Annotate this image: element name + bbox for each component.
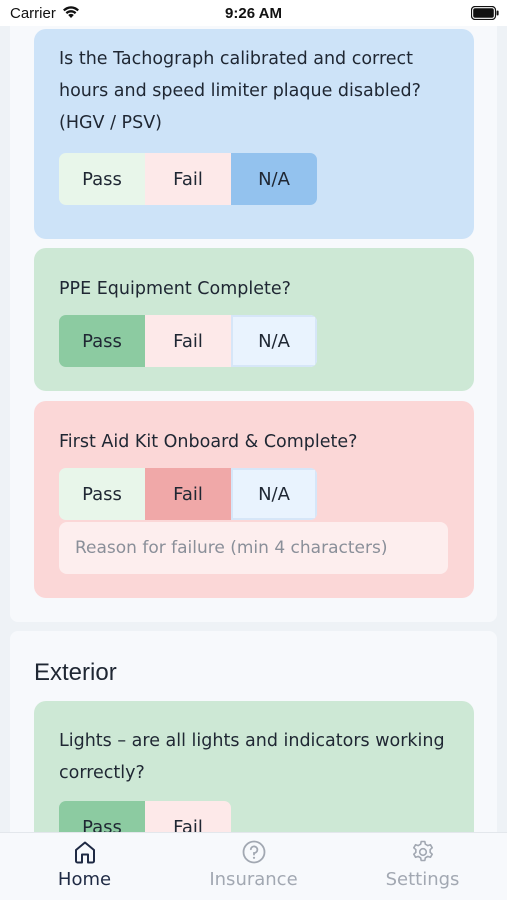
home-icon [74, 841, 95, 864]
tab-label: Home [57, 869, 112, 890]
tab-home[interactable]: Home [0, 833, 169, 900]
help-circle-icon [242, 840, 265, 864]
tab-insurance[interactable]: Insurance [169, 833, 338, 900]
check-question: Lights – are all lights and indicators w… [59, 731, 445, 783]
battery-icon [471, 6, 499, 20]
na-option[interactable]: N/A [231, 153, 317, 205]
check-question: PPE Equipment Complete? [59, 279, 291, 299]
tab-label: Settings [385, 869, 460, 890]
fail-option[interactable]: Fail [145, 315, 231, 367]
status-time: 9:26 AM [225, 5, 282, 22]
pass-fail-na-selector: Pass Fail N/A [59, 468, 317, 520]
pass-fail-na-selector: Pass Fail N/A [59, 153, 317, 205]
failure-reason-input[interactable] [59, 522, 448, 574]
app-screen: Carrier 9:26 AM Is the Tachograph calibr… [0, 0, 507, 900]
na-option[interactable]: N/A [231, 315, 317, 367]
status-bar: Carrier 9:26 AM [0, 0, 507, 26]
check-card-first-aid: First Aid Kit Onboard & Complete? Pass F… [34, 401, 474, 598]
checks-section: Is the Tachograph calibrated and correct… [10, 0, 497, 622]
pass-option[interactable]: Pass [59, 468, 145, 520]
check-question: Is the Tachograph calibrated and correct… [59, 49, 421, 133]
pass-fail-na-selector: Pass Fail N/A [59, 315, 317, 367]
fail-option[interactable]: Fail [145, 153, 231, 205]
pass-option[interactable]: Pass [59, 153, 145, 205]
tab-settings[interactable]: Settings [338, 833, 507, 900]
check-card-tachograph: Is the Tachograph calibrated and correct… [34, 29, 474, 239]
check-card-ppe: PPE Equipment Complete? Pass Fail N/A [34, 248, 474, 391]
check-question: First Aid Kit Onboard & Complete? [59, 432, 358, 452]
gear-icon [412, 840, 433, 862]
tab-bar: Home Insurance Settings [0, 832, 507, 900]
na-option[interactable]: N/A [231, 468, 317, 520]
tab-label: Insurance [209, 869, 298, 890]
pass-option[interactable]: Pass [59, 315, 145, 367]
fail-option[interactable]: Fail [145, 468, 231, 520]
section-title: Exterior [34, 659, 117, 686]
